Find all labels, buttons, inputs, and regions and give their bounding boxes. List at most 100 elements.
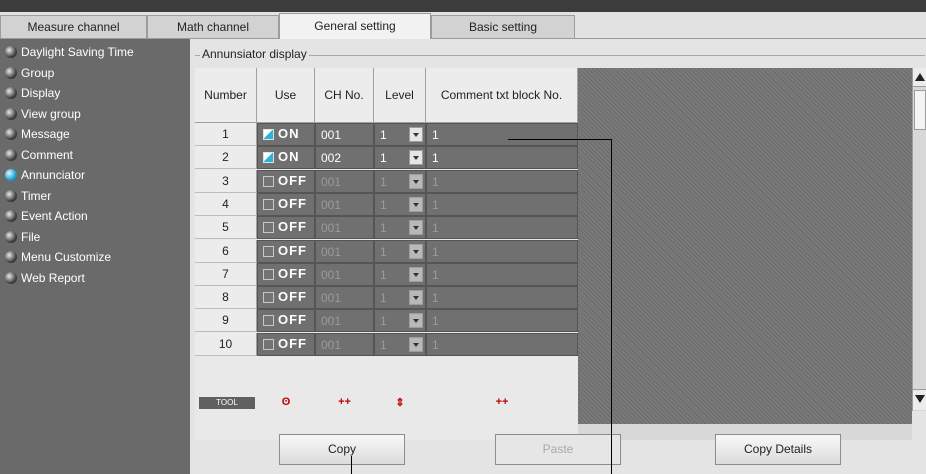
use-toggle[interactable]: OFF — [257, 309, 315, 333]
checkbox-icon[interactable] — [263, 175, 274, 187]
use-toggle[interactable]: ON — [257, 123, 315, 146]
ch-no-field[interactable]: 001 — [315, 123, 374, 146]
sidebar-item-event-action[interactable]: Event Action — [5, 207, 88, 225]
chevron-down-icon[interactable] — [409, 313, 423, 329]
comment-block-field[interactable]: 1 — [426, 262, 578, 286]
radio-ball-icon — [5, 210, 17, 222]
chevron-down-icon[interactable] — [409, 336, 423, 352]
tab-math-channel[interactable]: Math channel — [147, 15, 279, 38]
ch-tool-icon[interactable]: ++ — [315, 396, 374, 408]
use-state: OFF — [278, 219, 307, 235]
sidebar-item-timer[interactable]: Timer — [5, 187, 51, 205]
comment-block-field[interactable]: 1 — [426, 286, 578, 310]
use-toggle[interactable]: OFF — [257, 262, 315, 286]
paste-button[interactable]: Paste — [495, 434, 621, 465]
use-toggle[interactable]: OFF — [257, 286, 315, 310]
comment-tool-icon[interactable]: ++ — [426, 396, 578, 408]
chevron-down-icon[interactable] — [409, 266, 423, 282]
sidebar-item-annunciator[interactable]: Annunciator — [5, 166, 85, 184]
ch-no-field[interactable]: 001 — [315, 169, 374, 193]
level-select[interactable]: 1 — [374, 262, 426, 286]
level-select[interactable]: 1 — [374, 332, 426, 356]
checkbox-icon[interactable] — [263, 338, 274, 350]
sidebar-item-file[interactable]: File — [5, 228, 40, 246]
sidebar-item-web-report[interactable]: Web Report — [5, 269, 85, 287]
chevron-down-icon[interactable] — [409, 150, 423, 166]
scroll-down-icon[interactable] — [913, 389, 926, 410]
chevron-down-icon[interactable] — [409, 127, 423, 142]
comment-block-field[interactable]: 1 — [426, 123, 578, 146]
checkbox-icon[interactable] — [263, 292, 274, 304]
chevron-down-icon[interactable] — [409, 173, 423, 189]
sidebar-item-comment[interactable]: Comment — [5, 146, 73, 164]
use-toggle[interactable]: OFF — [257, 169, 315, 193]
tab-general-setting[interactable]: General setting — [279, 13, 431, 39]
tab-basic-setting[interactable]: Basic setting — [431, 15, 575, 38]
sidebar-item-label: Daylight Saving Time — [21, 45, 134, 59]
copy-details-button[interactable]: Copy Details — [715, 434, 841, 465]
ch-no-field[interactable]: 001 — [315, 286, 374, 310]
ch-no-field[interactable]: 001 — [315, 262, 374, 286]
use-toggle[interactable]: OFF — [257, 239, 315, 263]
use-tool-icon[interactable]: ʘ — [257, 396, 315, 408]
checkbox-icon[interactable] — [263, 245, 274, 257]
use-toggle[interactable]: ON — [257, 146, 315, 170]
use-toggle[interactable]: OFF — [257, 192, 315, 216]
level-select[interactable]: 1 — [374, 146, 426, 170]
copy-button[interactable]: Copy — [279, 434, 405, 465]
sidebar-item-view-group[interactable]: View group — [5, 105, 81, 123]
checkbox-icon[interactable] — [263, 222, 274, 234]
row-number: 9 — [195, 309, 257, 333]
comment-block-field[interactable]: 1 — [426, 239, 578, 263]
table-row: 9 OFF 001 1 1 — [195, 309, 578, 333]
level-select[interactable]: 1 — [374, 169, 426, 193]
checkbox-icon[interactable] — [263, 129, 274, 140]
scroll-thumb[interactable] — [914, 90, 926, 130]
vertical-scrollbar[interactable] — [912, 68, 926, 411]
comment-block-field[interactable]: 1 — [426, 146, 578, 170]
ch-no-value: 001 — [321, 314, 342, 329]
level-select[interactable]: 1 — [374, 192, 426, 216]
level-select[interactable]: 1 — [374, 309, 426, 333]
comment-block-field[interactable]: 1 — [426, 309, 578, 333]
checkbox-icon[interactable] — [263, 268, 274, 280]
chevron-down-icon[interactable] — [409, 196, 423, 212]
chevron-down-icon[interactable] — [409, 220, 423, 236]
level-select[interactable]: 1 — [374, 239, 426, 263]
sidebar-item-daylight-saving-time[interactable]: Daylight Saving Time — [5, 43, 134, 61]
checkbox-icon[interactable] — [263, 315, 274, 327]
level-select[interactable]: 1 — [374, 123, 426, 146]
sidebar-item-group[interactable]: Group — [5, 64, 54, 82]
chevron-down-icon[interactable] — [409, 290, 423, 306]
chevron-down-icon[interactable] — [409, 243, 423, 259]
ch-no-field[interactable]: 001 — [315, 332, 374, 356]
ch-no-field[interactable]: 001 — [315, 216, 374, 240]
level-select[interactable]: 1 — [374, 216, 426, 240]
checkbox-icon[interactable] — [263, 198, 274, 210]
ch-no-value: 001 — [321, 174, 342, 189]
tab-measure-channel[interactable]: Measure channel — [0, 15, 147, 38]
comment-block-field[interactable]: 1 — [426, 216, 578, 240]
comment-block-field[interactable]: 1 — [426, 192, 578, 216]
ch-no-field[interactable]: 001 — [315, 239, 374, 263]
sidebar: Daylight Saving Time Group Display View gro… — [0, 39, 190, 474]
sidebar-item-display[interactable]: Display — [5, 84, 60, 102]
level-value: 1 — [380, 197, 387, 212]
use-toggle[interactable]: OFF — [257, 332, 315, 356]
comment-block-field[interactable]: 1 — [426, 332, 578, 356]
scroll-up-icon[interactable] — [913, 68, 926, 87]
sidebar-item-menu-customize[interactable]: Menu Customize — [5, 248, 111, 266]
radio-ball-icon — [5, 169, 17, 181]
table-row: 8 OFF 001 1 1 — [195, 286, 578, 310]
sidebar-item-message[interactable]: Message — [5, 125, 70, 143]
checkbox-icon[interactable] — [263, 152, 274, 164]
ch-no-field[interactable]: 001 — [315, 192, 374, 216]
use-toggle[interactable]: OFF — [257, 216, 315, 240]
annunciator-grid: Number Use CH No. Level Comment txt bloc… — [195, 68, 912, 440]
ch-no-field[interactable]: 002 — [315, 146, 374, 170]
level-select[interactable]: 1 — [374, 286, 426, 310]
level-tool-icon[interactable]: ⇕ — [374, 396, 426, 409]
ch-no-field[interactable]: 001 — [315, 309, 374, 333]
window-top-strip — [0, 0, 926, 12]
comment-block-field[interactable]: 1 — [426, 169, 578, 193]
